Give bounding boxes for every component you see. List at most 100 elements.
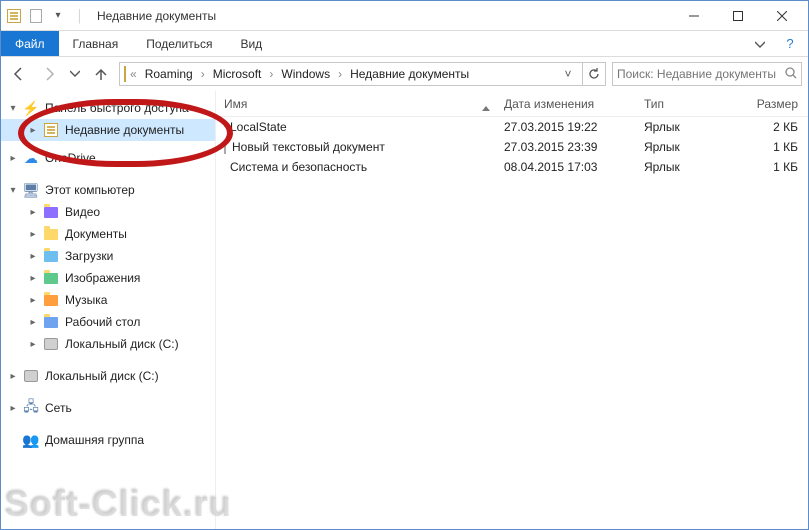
pc-icon: 🖥 — [23, 182, 39, 198]
file-type: Ярлык — [636, 120, 736, 134]
folder-icon — [43, 292, 59, 308]
sidebar-item-label: Документы — [63, 227, 127, 241]
file-list[interactable]: LocalState27.03.2015 19:22Ярлык2 КБНовый… — [216, 117, 808, 529]
file-row[interactable]: Новый текстовый документ27.03.2015 23:39… — [216, 137, 808, 157]
recent-locations-button[interactable] — [67, 62, 83, 86]
expand-icon[interactable]: ▸ — [27, 251, 39, 262]
sidebar-item-thispc[interactable]: ▾ 🖥 Этот компьютер — [1, 179, 215, 201]
file-row[interactable]: LocalState27.03.2015 19:22Ярлык2 КБ — [216, 117, 808, 137]
ribbon-tab-home[interactable]: Главная — [59, 31, 133, 56]
search-input[interactable] — [617, 67, 781, 81]
back-arrow-icon — [11, 66, 27, 82]
sidebar-item-label: Недавние документы — [63, 123, 184, 137]
toolbar-dropdown-icon[interactable]: ▾ — [49, 7, 67, 25]
expand-icon[interactable]: ▸ — [7, 403, 19, 414]
breadcrumb-item[interactable]: Microsoft — [209, 65, 266, 83]
ribbon-tab-view[interactable]: Вид — [226, 31, 276, 56]
sidebar-item-label: OneDrive — [43, 151, 96, 165]
ribbon-tab-file[interactable]: Файл — [1, 31, 59, 56]
lightning-icon: ⚡ — [23, 100, 39, 116]
breadcrumb-item[interactable]: Roaming — [141, 65, 197, 83]
onedrive-icon: ☁ — [23, 150, 39, 166]
column-header-name[interactable]: Имя — [216, 97, 496, 111]
sidebar-item-network[interactable]: ▸ 🖧 Сеть — [1, 397, 215, 419]
sidebar-item-label: Изображения — [63, 271, 140, 285]
folder-icon — [43, 270, 59, 286]
refresh-button[interactable] — [582, 62, 606, 86]
file-type: Ярлык — [636, 140, 736, 154]
ribbon-help-icon[interactable]: ? — [778, 31, 802, 56]
minimize-button[interactable] — [672, 2, 716, 30]
breadcrumb-dropdown-icon[interactable]: ˅ — [558, 67, 578, 81]
expand-icon[interactable]: ▸ — [27, 229, 39, 240]
breadcrumb-root-icon[interactable] — [124, 67, 126, 81]
breadcrumb-item[interactable]: Недавние документы — [346, 65, 473, 83]
ribbon-tab-share[interactable]: Поделиться — [132, 31, 226, 56]
explorer-window: ▾ │ Недавние документы Файл Главная Поде… — [0, 0, 809, 530]
sidebar-item-documents[interactable]: ▸ Документы — [1, 223, 215, 245]
navigation-pane[interactable]: ▾ ⚡ Панель быстрого доступа ▸ Недавние д… — [1, 91, 216, 529]
chevron-right-icon[interactable]: « — [128, 67, 139, 81]
sidebar-item-pictures[interactable]: ▸ Изображения — [1, 267, 215, 289]
ribbon: Файл Главная Поделиться Вид ? — [1, 31, 808, 57]
explorer-icon — [5, 7, 23, 25]
sidebar-item-homegroup[interactable]: 👥 Домашняя группа — [1, 429, 215, 451]
chevron-right-icon[interactable]: › — [199, 67, 207, 81]
search-icon[interactable] — [785, 67, 797, 82]
body: ▾ ⚡ Панель быстрого доступа ▸ Недавние д… — [1, 91, 808, 529]
up-button[interactable] — [89, 62, 113, 86]
refresh-icon — [588, 68, 600, 80]
sidebar-item-label: Этот компьютер — [43, 183, 135, 197]
file-name: Новый текстовый документ — [232, 140, 385, 154]
collapse-icon[interactable]: ▾ — [7, 185, 19, 196]
file-date: 27.03.2015 19:22 — [496, 120, 636, 134]
back-button[interactable] — [7, 62, 31, 86]
sidebar-item-label: Сеть — [43, 401, 72, 415]
sidebar-item-label: Загрузки — [63, 249, 113, 263]
sidebar-item-onedrive[interactable]: ▸ ☁ OneDrive — [1, 147, 215, 169]
column-header-date[interactable]: Дата изменения — [496, 97, 636, 111]
disk-icon — [23, 368, 39, 384]
maximize-button[interactable] — [716, 2, 760, 30]
column-header-type[interactable]: Тип — [636, 97, 736, 111]
close-icon — [777, 11, 787, 21]
expand-icon[interactable]: ▸ — [27, 273, 39, 284]
address-bar: « Roaming › Microsoft › Windows › Недавн… — [1, 57, 808, 91]
expand-icon[interactable]: ▸ — [27, 207, 39, 218]
recent-icon — [43, 122, 59, 138]
sidebar-item-disk-c[interactable]: ▸ Локальный диск (C:) — [1, 333, 215, 355]
forward-button[interactable] — [37, 62, 61, 86]
breadcrumb-bar[interactable]: « Roaming › Microsoft › Windows › Недавн… — [119, 62, 583, 86]
sidebar-item-downloads[interactable]: ▸ Загрузки — [1, 245, 215, 267]
expand-icon[interactable]: ▸ — [27, 295, 39, 306]
sidebar-item-desktop[interactable]: ▸ Рабочий стол — [1, 311, 215, 333]
ribbon-expand-icon[interactable] — [748, 31, 772, 56]
chevron-right-icon[interactable]: › — [336, 67, 344, 81]
sidebar-item-label: Видео — [63, 205, 100, 219]
chevron-right-icon[interactable]: › — [267, 67, 275, 81]
expand-icon[interactable]: ▸ — [27, 339, 39, 350]
sidebar-item-disk-c-root[interactable]: ▸ Локальный диск (C:) — [1, 365, 215, 387]
file-icon — [224, 140, 226, 154]
minimize-icon — [689, 11, 699, 21]
column-header-size[interactable]: Размер — [736, 97, 806, 111]
breadcrumb-item[interactable]: Windows — [277, 65, 334, 83]
sidebar-item-video[interactable]: ▸ Видео — [1, 201, 215, 223]
expand-icon[interactable]: ▸ — [27, 125, 39, 136]
homegroup-icon: 👥 — [23, 432, 39, 448]
expand-icon[interactable]: ▸ — [27, 317, 39, 328]
expand-icon[interactable]: ▸ — [7, 153, 19, 164]
sidebar-item-recent[interactable]: ▸ Недавние документы — [1, 119, 215, 141]
search-box[interactable] — [612, 62, 802, 86]
sidebar-item-label: Домашняя группа — [43, 433, 144, 447]
sidebar-item-quick-access[interactable]: ▾ ⚡ Панель быстрого доступа — [1, 97, 215, 119]
collapse-icon[interactable]: ▾ — [7, 103, 19, 114]
properties-icon[interactable] — [27, 7, 45, 25]
sidebar-item-label: Локальный диск (C:) — [63, 337, 179, 351]
sidebar-item-music[interactable]: ▸ Музыка — [1, 289, 215, 311]
sidebar-item-label: Панель быстрого доступа — [43, 101, 189, 115]
file-row[interactable]: Система и безопасность08.04.2015 17:03Яр… — [216, 157, 808, 177]
close-button[interactable] — [760, 2, 804, 30]
expand-icon[interactable]: ▸ — [7, 371, 19, 382]
sidebar-item-label: Музыка — [63, 293, 107, 307]
